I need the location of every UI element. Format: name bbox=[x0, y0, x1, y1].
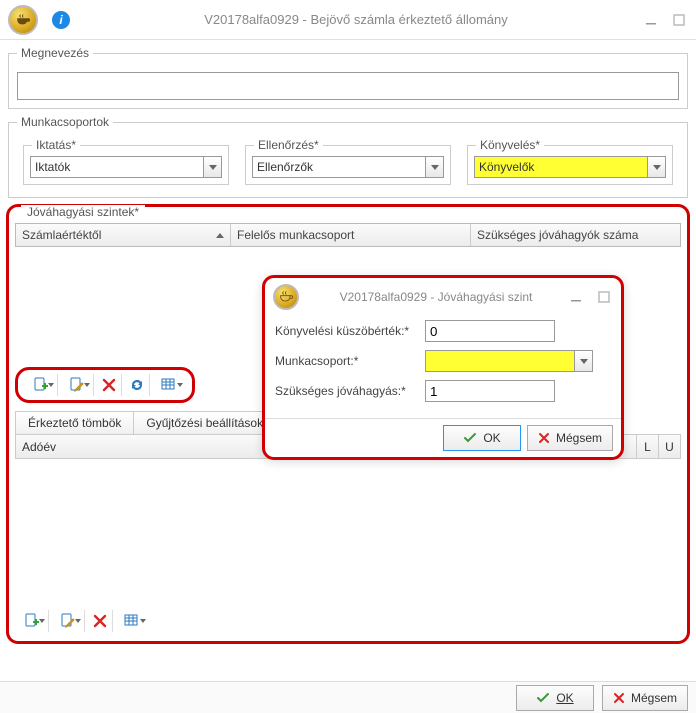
main-ok-button[interactable]: OK bbox=[516, 685, 594, 711]
munkacsoportok-legend: Munkacsoportok bbox=[17, 115, 113, 129]
dialog-title: V20178alfa0929 - Jóváhagyási szint bbox=[305, 290, 567, 304]
dialog-cancel-button[interactable]: Mégsem bbox=[527, 425, 613, 451]
app-icon bbox=[8, 5, 38, 35]
coffee-icon bbox=[278, 289, 294, 305]
tab-gyujtozesi-beallitasok[interactable]: Gyűjtőzési beállítások bbox=[133, 411, 276, 434]
chevron-down-icon bbox=[647, 157, 665, 177]
refresh-button[interactable] bbox=[124, 374, 150, 396]
title-bar: i V20178alfa0929 - Bejövő számla érkezte… bbox=[0, 0, 696, 40]
konyveles-group: Könyvelés* Könyvelők bbox=[467, 145, 673, 185]
threshold-label: Könyvelési küszöbérték:* bbox=[275, 324, 425, 338]
check-icon bbox=[463, 431, 477, 445]
workgroup-label: Munkacsoport:* bbox=[275, 354, 425, 368]
new-button-2[interactable] bbox=[15, 610, 49, 632]
column-szukseges-jovahagyok[interactable]: Szükséges jóváhagyók száma bbox=[471, 224, 680, 246]
edit-button[interactable] bbox=[60, 374, 94, 396]
iktatas-combo[interactable]: Iktatók bbox=[30, 156, 222, 178]
chevron-down-icon bbox=[574, 351, 592, 371]
workgroup-combo[interactable] bbox=[425, 350, 593, 372]
info-icon[interactable]: i bbox=[52, 11, 70, 29]
threshold-input[interactable] bbox=[425, 320, 555, 342]
konyveles-combo[interactable]: Könyvelők bbox=[474, 156, 666, 178]
check-icon bbox=[536, 691, 550, 705]
ellenorzes-group: Ellenőrzés* Ellenőrzők bbox=[245, 145, 451, 185]
dialog-maximize-button[interactable] bbox=[595, 288, 613, 306]
konyveles-label: Könyvelés* bbox=[476, 138, 544, 152]
close-icon bbox=[613, 692, 625, 704]
close-icon bbox=[538, 432, 550, 444]
window-title: V20178alfa0929 - Bejövő számla érkeztető… bbox=[70, 12, 642, 27]
bottom-toolbar bbox=[15, 607, 149, 635]
dialog-titlebar: V20178alfa0929 - Jóváhagyási szint bbox=[265, 278, 621, 316]
iktatas-value: Iktatók bbox=[35, 160, 70, 174]
ellenorzes-combo[interactable]: Ellenőrzők bbox=[252, 156, 444, 178]
approval-toolbar bbox=[15, 367, 195, 403]
footer: OK Mégsem bbox=[0, 681, 696, 713]
megnevezes-fieldset: Megnevezés bbox=[8, 46, 688, 109]
megnevezes-legend: Megnevezés bbox=[17, 46, 93, 60]
approval-table-header: Számlaértéktől Felelős munkacsoport Szük… bbox=[15, 223, 681, 247]
sort-asc-icon bbox=[216, 233, 224, 238]
delete-button[interactable] bbox=[96, 374, 122, 396]
app-icon bbox=[273, 284, 299, 310]
maximize-button[interactable] bbox=[670, 11, 688, 29]
iktatas-group: Iktatás* Iktatók bbox=[23, 145, 229, 185]
approval-level-dialog: V20178alfa0929 - Jóváhagyási szint Könyv… bbox=[262, 275, 624, 460]
required-approval-label: Szükséges jóváhagyás:* bbox=[275, 384, 425, 398]
column-szamlaertektol[interactable]: Számlaértéktől bbox=[16, 224, 231, 246]
minimize-button[interactable] bbox=[642, 11, 660, 29]
iktatas-label: Iktatás* bbox=[32, 138, 80, 152]
window-controls bbox=[642, 11, 688, 29]
ellenorzes-label: Ellenőrzés* bbox=[254, 138, 323, 152]
approval-legend: Jóváhagyási szintek* bbox=[21, 205, 145, 219]
coffee-icon bbox=[15, 12, 31, 28]
tab-erkezteto-tombok[interactable]: Érkeztető tömbök bbox=[15, 411, 134, 434]
required-approval-input[interactable] bbox=[425, 380, 555, 402]
chevron-down-icon bbox=[425, 157, 443, 177]
main-cancel-button[interactable]: Mégsem bbox=[602, 685, 688, 711]
konyveles-value: Könyvelők bbox=[479, 160, 534, 174]
dialog-ok-button[interactable]: OK bbox=[443, 425, 521, 451]
chevron-down-icon bbox=[203, 157, 221, 177]
col-u[interactable]: U bbox=[658, 435, 680, 458]
grid-settings-button[interactable] bbox=[152, 374, 186, 396]
dialog-minimize-button[interactable] bbox=[567, 288, 585, 306]
edit-button-2[interactable] bbox=[51, 610, 85, 632]
ellenorzes-value: Ellenőrzők bbox=[257, 160, 313, 174]
delete-button-2[interactable] bbox=[87, 610, 113, 632]
column-felelos-munkacsoport[interactable]: Felelős munkacsoport bbox=[231, 224, 471, 246]
new-button[interactable] bbox=[24, 374, 58, 396]
megnevezes-input[interactable] bbox=[17, 72, 679, 100]
munkacsoportok-fieldset: Munkacsoportok Iktatás* Iktatók Ellenőrz… bbox=[8, 115, 688, 198]
grid-settings-button-2[interactable] bbox=[115, 610, 149, 632]
col-l[interactable]: L bbox=[636, 435, 658, 458]
